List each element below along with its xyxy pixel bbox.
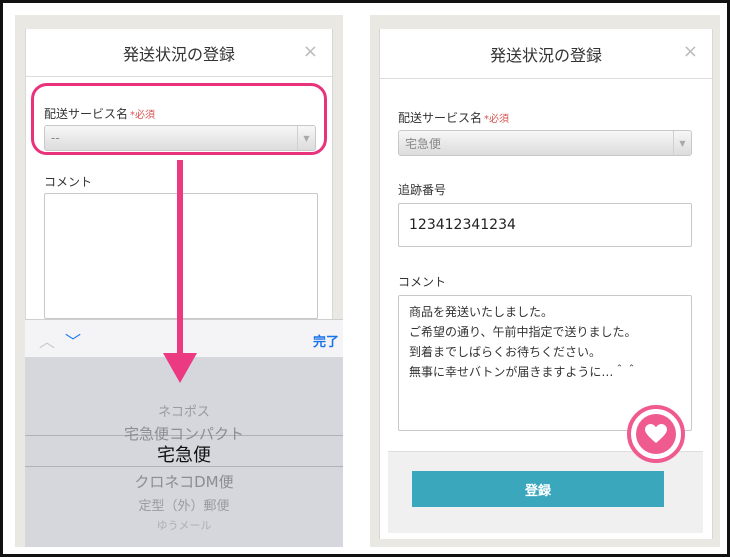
heart-shape-icon xyxy=(645,424,667,443)
keyboard-toolbar: ︿ ﹀ 完了 xyxy=(25,319,343,357)
service-select-value: 宅急便 xyxy=(405,136,442,151)
heart-icon xyxy=(627,405,685,463)
comment-line: 無事に幸せバトンが届きますように…＾＾ xyxy=(409,365,638,379)
picker-item[interactable]: クロネコDM便 xyxy=(25,471,343,492)
arrow-head-icon xyxy=(163,353,197,383)
required-mark: *必須 xyxy=(484,114,510,125)
comment-label: コメント xyxy=(398,275,447,289)
service-label-text: 配送サービス名 xyxy=(398,111,483,125)
comment-text: 商品を発送いたしました。 ご希望の通り、午前中指定で送りました。 到着までしばら… xyxy=(409,302,637,382)
comment-line: ご希望の通り、午前中指定で送りました。 xyxy=(409,325,637,339)
picker-item[interactable]: 定型（外）郵便 xyxy=(25,495,343,514)
picker-item-selected[interactable]: 宅急便 xyxy=(25,441,343,467)
modal-title: 発送状況の登録 xyxy=(489,45,602,65)
right-phone-screen: 発送状況の登録 × 配送サービス名 *必須 宅急便 ▼ 追跡番号 12341234… xyxy=(370,15,720,547)
comment-line: 商品を発送いたしました。 xyxy=(409,305,554,319)
service-label: 配送サービス名 *必須 xyxy=(398,109,509,126)
service-select[interactable]: 宅急便 ▼ xyxy=(398,130,692,156)
close-icon[interactable]: × xyxy=(683,41,698,62)
done-button[interactable]: 完了 xyxy=(313,331,339,350)
comment-line: 到着までしばらくお待ちください。 xyxy=(409,345,602,359)
chevron-down-icon: ▼ xyxy=(673,131,691,155)
shipping-status-modal: 発送状況の登録 × 配送サービス名 *必須 宅急便 ▼ 追跡番号 12341234… xyxy=(379,29,713,539)
picker-item[interactable]: ネコポス xyxy=(25,401,343,420)
chevron-up-icon[interactable]: ︿ xyxy=(39,328,55,352)
modal-header: 発送状況の登録 × xyxy=(380,29,712,79)
close-icon[interactable]: × xyxy=(303,41,318,62)
down-arrow-annotation xyxy=(177,160,183,360)
service-highlight-annotation xyxy=(31,83,327,155)
modal-header: 発送状況の登録 × xyxy=(26,29,332,77)
heart-icon-inner xyxy=(636,414,676,454)
register-button[interactable]: 登録 xyxy=(412,471,664,507)
tracking-number-input[interactable]: 123412341234 xyxy=(398,203,692,247)
tracking-label: 追跡番号 xyxy=(398,183,447,197)
service-picker-wheel[interactable]: ネコポス 宅急便コンパクト 宅急便 クロネコDM便 定型（外）郵便 ゆうメール xyxy=(25,357,343,547)
screenshot-frame: 発送状況の登録 × 配送サービス名 *必須 -- ▼ コメント ︿ ﹀ 完了 ネコ… xyxy=(0,0,730,557)
modal-title: 発送状況の登録 xyxy=(122,44,235,64)
picker-item[interactable]: ゆうメール xyxy=(25,517,343,533)
comment-label: コメント xyxy=(44,175,93,189)
chevron-down-icon[interactable]: ﹀ xyxy=(65,328,81,352)
